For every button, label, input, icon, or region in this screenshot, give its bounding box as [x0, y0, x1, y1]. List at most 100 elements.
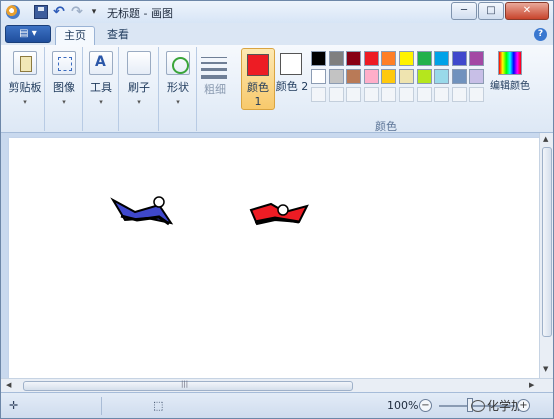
color2-label: 颜色 2 [275, 80, 309, 93]
palette-color-swatch[interactable] [451, 69, 467, 84]
palette-color-swatch[interactable] [311, 69, 326, 84]
image-group: 图像 ▾ [45, 47, 83, 131]
palette-color-swatch[interactable] [416, 69, 432, 84]
palette-custom-slot[interactable] [346, 87, 362, 102]
palette-color-swatch[interactable] [363, 51, 379, 66]
quick-access-dropdown-icon[interactable]: ▾ [87, 5, 101, 19]
scroll-left-icon[interactable]: ◀ [6, 381, 11, 389]
palette-color-swatch[interactable] [381, 69, 397, 84]
zoom-level: 100% [387, 399, 419, 412]
palette-color-swatch[interactable] [346, 69, 362, 84]
size-label: 粗细 [204, 83, 226, 96]
scroll-down-icon[interactable]: ▼ [543, 365, 548, 373]
shapes-icon [166, 51, 190, 75]
palette-color-swatch[interactable] [346, 51, 362, 66]
palette-custom-slot[interactable] [416, 87, 432, 102]
vertical-scrollbar[interactable]: ▲ ▼ [539, 133, 553, 378]
color2-swatch [280, 53, 302, 75]
app-icon[interactable] [6, 5, 20, 19]
palette-custom-slot[interactable] [381, 87, 397, 102]
horizontal-scrollbar[interactable]: ◀ ||| ▶ [1, 378, 553, 392]
color1-label: 颜色 1 [247, 81, 269, 108]
color-spectrum-icon [498, 51, 522, 75]
palette-color-swatch[interactable] [328, 51, 344, 66]
palette-custom-slot[interactable] [434, 87, 450, 102]
palette-custom-slot[interactable] [451, 87, 467, 102]
palette-color-swatch[interactable] [469, 69, 485, 84]
minimize-button[interactable]: ─ [451, 2, 477, 20]
brushes-group: 刷子 ▾ [119, 47, 159, 131]
title-bar: ↶ ↷ ▾ 无标题 - 画图 ─ □ ✕ [1, 1, 553, 23]
chevron-down-icon: ▾ [176, 98, 180, 106]
ribbon-tabs: ▤ ▾ 主页 查看 ? [1, 23, 553, 45]
palette-color-swatch[interactable] [328, 69, 344, 84]
edit-colors-label: 编辑颜色 [490, 81, 530, 92]
palette-custom-slot[interactable] [328, 87, 344, 102]
palette-color-swatch[interactable] [399, 69, 414, 84]
redo-icon[interactable]: ↷ [70, 5, 84, 19]
status-bar: ✛ ⬚ 100% − 化学加 + [1, 392, 553, 418]
help-icon[interactable]: ? [534, 28, 547, 41]
ribbon: 剪贴板 ▾ 图像 ▾ 工具 ▾ 刷子 ▾ [1, 45, 553, 133]
brushes-button[interactable]: 刷子 ▾ [124, 51, 154, 106]
scroll-right-icon[interactable]: ▶ [529, 381, 534, 389]
line-size-icon [201, 57, 227, 83]
palette-color-swatch[interactable] [399, 51, 414, 66]
palette-custom-slot[interactable] [363, 87, 379, 102]
size-group: 粗细 [197, 47, 235, 131]
palette-color-swatch[interactable] [469, 51, 485, 66]
select-icon [52, 51, 76, 75]
status-divider [101, 397, 102, 415]
palette-custom-slot[interactable] [469, 87, 485, 102]
tools-group: 工具 ▾ [83, 47, 119, 131]
cursor-position-icon: ✛ [9, 399, 19, 412]
shapes-group: 形状 ▾ [159, 47, 197, 131]
tab-home[interactable]: 主页 [55, 26, 95, 45]
zoom-out-button[interactable]: − [419, 399, 432, 412]
wechat-icon [471, 400, 485, 412]
colors-group-label: 颜色 [375, 120, 397, 133]
maximize-button[interactable]: □ [478, 2, 504, 20]
color2-selector[interactable]: 颜色 2 [275, 48, 309, 110]
clipboard-group: 剪贴板 ▾ [5, 47, 45, 131]
chevron-down-icon: ▾ [137, 98, 141, 106]
size-button[interactable]: 粗细 [197, 51, 233, 97]
drawing-svg [110, 196, 309, 226]
text-tool-icon [89, 51, 113, 75]
window-title: 无标题 - 画图 [107, 7, 173, 20]
drawing-canvas[interactable] [9, 138, 539, 378]
red-drawn-shape [249, 202, 309, 226]
tools-button[interactable]: 工具 ▾ [86, 51, 116, 106]
chevron-down-icon: ▾ [23, 98, 27, 106]
palette-color-swatch[interactable] [434, 69, 450, 84]
edit-colors-button[interactable]: 编辑颜色 [489, 49, 531, 92]
shapes-label: 形状 [167, 81, 189, 94]
vertical-scroll-thumb[interactable] [542, 147, 552, 337]
watermark: 化学加 [471, 397, 523, 414]
palette-color-swatch[interactable] [311, 51, 326, 66]
brush-icon [127, 51, 151, 75]
scroll-up-icon[interactable]: ▲ [543, 135, 548, 143]
palette-custom-slot[interactable] [311, 87, 326, 102]
zoom-in-button[interactable]: + [517, 399, 530, 412]
undo-icon[interactable]: ↶ [52, 5, 66, 19]
chevron-down-icon: ▾ [99, 98, 103, 106]
palette-color-swatch[interactable] [381, 51, 397, 66]
clipboard-icon [13, 51, 37, 75]
tab-view[interactable]: 查看 [99, 26, 137, 45]
image-button[interactable]: 图像 ▾ [49, 51, 79, 106]
close-button[interactable]: ✕ [505, 2, 549, 20]
shapes-button[interactable]: 形状 ▾ [163, 51, 193, 106]
scroll-grip-icon: ||| [181, 380, 189, 388]
palette-color-swatch[interactable] [451, 51, 467, 66]
palette-custom-slot[interactable] [399, 87, 414, 102]
image-label: 图像 [53, 81, 75, 94]
palette-color-swatch[interactable] [363, 69, 379, 84]
palette-color-swatch[interactable] [416, 51, 432, 66]
clipboard-label: 剪贴板 [8, 81, 42, 94]
color1-selector[interactable]: 颜色 1 [241, 48, 275, 110]
save-icon[interactable] [34, 5, 48, 19]
palette-color-swatch[interactable] [434, 51, 450, 66]
clipboard-button[interactable]: 剪贴板 ▾ [8, 51, 42, 106]
paint-menu-button[interactable]: ▤ ▾ [5, 25, 51, 43]
